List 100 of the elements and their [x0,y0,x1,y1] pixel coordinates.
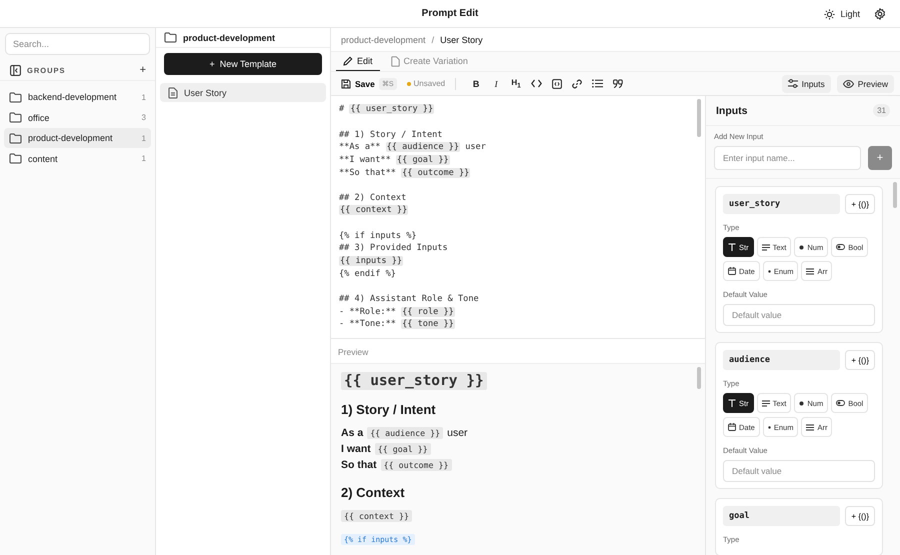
template-variable: {{ user_story }} [349,104,434,114]
template-variable: {{ user_story }} [341,372,487,390]
calendar-icon [728,267,736,275]
scrollbar-thumb[interactable] [697,99,701,137]
sidebar-toggle-icon[interactable] [10,64,21,76]
list-icon[interactable] [592,79,604,88]
dot-icon [768,270,771,272]
folder-title: product-development [183,32,276,42]
template-item[interactable]: User Story [160,83,326,102]
link-icon[interactable] [572,78,582,88]
pencil-icon [343,56,353,66]
code-block-icon[interactable] [552,78,562,88]
unsaved-status: Unsaved [406,79,446,88]
list-icon [806,268,814,274]
group-item[interactable]: content 1 [4,148,151,168]
code-icon[interactable] [531,79,542,88]
toggle-icon [836,244,846,250]
code-text: user [464,142,486,152]
sliders-icon [788,79,798,88]
lines-icon [762,400,770,406]
code-text: {% endif %} [339,268,396,279]
tab[interactable]: Create Variation [384,52,475,71]
group-item[interactable]: backend-development 1 [4,87,151,107]
save-button[interactable]: Save [341,78,375,88]
preview-text: I want [341,443,371,455]
template-variable: {{ outcome }} [401,168,470,178]
input-name: goal [723,506,840,526]
input-name: user_story [723,194,840,214]
search-field[interactable]: Search... [5,33,150,55]
tab[interactable]: Edit [336,52,380,71]
template-variable: {{ outcome }} [380,459,452,471]
template-variable: {{ context }} [341,510,412,522]
folder-icon [9,112,22,123]
new-template-button[interactable]: + New Template [164,53,322,75]
preview-heading: 2) Context [341,485,405,500]
insert-variable-button[interactable]: + {()} [845,506,875,526]
breadcrumb-current: User Story [440,34,483,44]
inputs-count: 31 [873,104,890,117]
text-type-icon [728,399,736,407]
scrollbar-thumb[interactable] [697,367,701,389]
folder-icon [164,32,177,43]
preview-text: As a [341,427,364,439]
template-variable: {{ audience }} [386,142,460,152]
default-value-field[interactable]: Default value [723,460,875,482]
inputs-title: Inputs [716,104,748,116]
default-value-field[interactable]: Default value [723,304,875,326]
template-variable: {{ goal }} [396,154,450,165]
scrollbar-thumb[interactable] [893,182,897,208]
code-text: **I want** [339,154,392,165]
bold-button[interactable]: B [468,78,484,88]
settings-icon[interactable] [874,8,886,20]
eye-icon [842,80,854,88]
code-text: # [339,104,346,114]
group-count: 3 [142,113,146,122]
document-icon [168,86,178,98]
heading-button[interactable]: H$_{1}$ [508,78,524,90]
group-item[interactable]: product-development 1 [4,128,151,148]
calendar-icon [728,423,736,431]
italic-button[interactable]: I [488,78,504,88]
preview-button[interactable]: Preview [836,74,894,92]
folder-icon [9,92,22,102]
lines-icon [762,244,770,250]
breadcrumb-separator: / [432,34,434,44]
folder-icon [9,153,22,164]
code-text: **So that** [339,168,397,178]
insert-variable-button[interactable]: + {()} [845,194,875,214]
template-variable: {{ audience }} [367,427,444,439]
code-text: ## 2) Context [339,192,406,203]
list-icon [806,424,814,430]
insert-variable-button[interactable]: + {()} [845,350,875,370]
dot-icon [799,244,804,250]
template-variable: {{ tone }} [401,319,455,330]
inputs-button[interactable]: Inputs [782,74,831,92]
group-count: 1 [142,154,146,163]
dot-icon [768,426,771,428]
theme-toggle[interactable]: Light [824,8,860,20]
window-title: Prompt Edit [422,8,478,19]
group-item[interactable]: office 3 [4,108,151,128]
code-text: ## 3) Provided Inputs [339,243,448,254]
group-count: 1 [142,134,146,142]
quote-icon[interactable] [613,78,624,88]
toggle-icon [836,400,846,406]
folder-icon [9,132,22,144]
save-icon [341,78,351,88]
input-name: audience [723,350,840,370]
preview-text: user [447,427,468,439]
input-name-field[interactable]: Enter input name... [714,146,861,170]
add-group-button[interactable]: + [140,64,146,76]
code-text: ## 4) Assistant Role & Tone [339,294,479,304]
code-text: ## 1) Story / Intent [339,130,442,140]
breadcrumb-link[interactable]: product-development [341,34,426,44]
text-type-icon [728,243,736,251]
template-variable: {{ role }} [401,306,455,317]
dot-icon [799,400,804,406]
sun-icon [824,8,836,20]
code-text: - **Tone:** [339,319,397,330]
code-text: - **Role:** [339,306,397,317]
preview-heading: 1) Story / Intent [341,402,436,417]
document-icon [390,56,400,66]
template-variable: {{ context }} [339,205,408,216]
